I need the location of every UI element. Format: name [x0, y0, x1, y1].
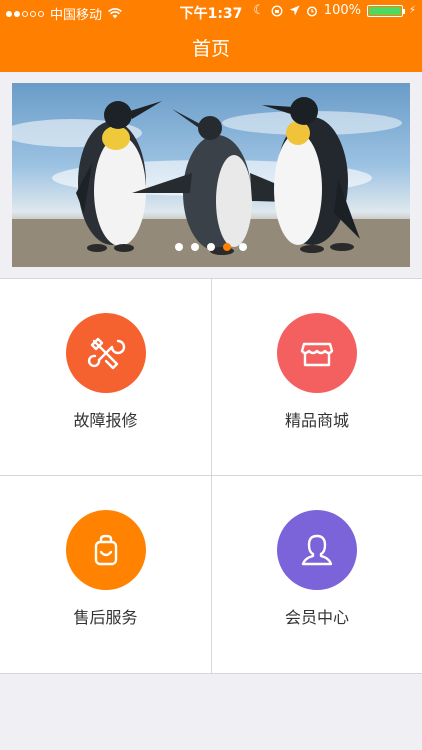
pager-dot[interactable]: [239, 243, 247, 251]
wrench-tools-icon: [87, 337, 125, 370]
battery-percent: 100%: [323, 3, 361, 18]
banner-carousel[interactable]: [12, 83, 410, 267]
battery-icon: [366, 4, 405, 17]
banner-pager: [12, 243, 410, 251]
menu-item-member[interactable]: 会员中心: [212, 476, 422, 673]
pager-dot[interactable]: [175, 243, 183, 251]
charging-icon: ⚡: [408, 5, 416, 16]
menu-item-after-sales[interactable]: 售后服务: [0, 476, 212, 673]
pager-dot[interactable]: [207, 243, 215, 251]
moon-icon: ☾: [253, 3, 265, 18]
service-grid: 故障报修 精品商城 售后服务 会员中心: [0, 278, 422, 674]
menu-label-shop: 精品商城: [284, 411, 349, 430]
page-title: 首页: [191, 37, 230, 60]
shopping-bag-icon: [94, 534, 117, 566]
nav-bar: 首页: [0, 22, 422, 72]
banner-image: [12, 97, 410, 267]
menu-item-repair[interactable]: 故障报修: [0, 279, 212, 476]
menu-label-member: 会员中心: [284, 608, 349, 627]
shop-icon: [300, 342, 334, 367]
menu-label-after-sales: 售后服务: [73, 608, 138, 627]
repair-circle: [65, 313, 146, 393]
menu-label-repair: 故障报修: [73, 411, 138, 430]
pager-dot[interactable]: [223, 243, 231, 251]
status-bar: 中国移动 下午1:37 ☾ 100% ⚡: [0, 0, 422, 23]
rotation-lock-icon: [271, 5, 283, 16]
user-icon: [301, 534, 333, 566]
alarm-icon: [306, 5, 317, 17]
after-sales-circle: [65, 510, 146, 590]
location-icon: [289, 5, 300, 16]
menu-item-shop[interactable]: 精品商城: [212, 279, 422, 476]
member-circle: [277, 510, 357, 590]
shop-circle: [277, 313, 357, 393]
pager-dot[interactable]: [191, 243, 199, 251]
